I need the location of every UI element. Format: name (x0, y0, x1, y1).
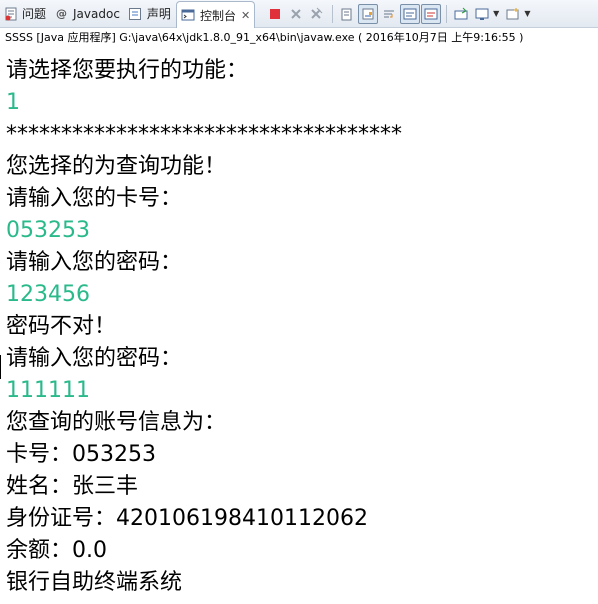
open-console-icon[interactable] (503, 4, 523, 24)
terminate-icon[interactable] (265, 4, 285, 24)
scroll-lock-icon[interactable] (358, 3, 379, 24)
tab-problems[interactable]: 问题 (0, 1, 51, 27)
remove-launch-icon[interactable] (286, 4, 306, 24)
problems-icon (3, 6, 18, 21)
chevron-down-icon[interactable]: ▼ (493, 9, 499, 18)
console-input-line: 111111 (6, 378, 90, 403)
chevron-down-icon[interactable]: ▼ (524, 9, 530, 18)
console-output-line: 请输入您的密码： (6, 250, 183, 275)
toolbar-separator (446, 4, 448, 23)
word-wrap-icon[interactable] (379, 4, 399, 24)
console-input-line: 123456 (6, 282, 90, 307)
console-output-line: 您选择的为查询功能！ (6, 154, 227, 179)
console-output-line: 请选择您要执行的功能： (6, 58, 249, 83)
console-icon (181, 8, 196, 23)
tab-label: Javadoc (73, 6, 120, 21)
console-output-line: 卡号：053253 (6, 442, 156, 467)
text-cursor (0, 355, 1, 379)
console-output-line: 身份证号：420106198410112062 (6, 506, 368, 531)
console-output-line: 您查询的账号信息为： (6, 410, 227, 435)
toolbar-separator (332, 4, 334, 23)
process-description: SSSS [Java 应用程序] G:\java\64x\jdk1.8.0_91… (5, 31, 524, 44)
at-icon: @ (56, 7, 68, 20)
tab-label: 声明 (146, 7, 171, 21)
console-output-line: 余额：0.0 (6, 538, 107, 563)
tab-label: 问题 (22, 7, 47, 21)
tab-label: 控制台 (199, 8, 236, 23)
console-output-line: 请输入您的卡号： (6, 186, 183, 211)
tab-javadoc[interactable]: @ Javadoc (51, 1, 125, 27)
show-on-stdout-icon[interactable] (400, 3, 421, 24)
console-toolbar: ▼ ▼ (265, 3, 534, 24)
show-on-stderr-icon[interactable] (421, 3, 442, 24)
tab-declaration[interactable]: 声明 (125, 1, 176, 27)
remove-all-terminated-icon[interactable] (307, 4, 327, 24)
console-output-line: 银行自助终端系统 (6, 570, 183, 595)
clear-console-icon[interactable] (337, 4, 357, 24)
console-input-line: 1 (6, 90, 20, 115)
close-icon[interactable]: ✕ (241, 9, 250, 22)
console-output[interactable]: 请选择您要执行的功能： 1 ****************************… (6, 55, 596, 599)
console-output-line: 请输入您的密码： (6, 346, 183, 371)
console-input-line: 053253 (6, 218, 90, 243)
declaration-icon (128, 6, 143, 21)
display-console-icon[interactable] (472, 4, 492, 24)
pin-console-icon[interactable] (451, 4, 471, 24)
tab-console[interactable]: 控制台 ✕ (175, 1, 256, 28)
console-output-line: ************************************ (6, 122, 402, 147)
view-tab-bar: 问题 @ Javadoc 声明 控制台 ✕ ▼ ▼ (0, 0, 598, 28)
console-output-line: 姓名：张三丰 (6, 474, 139, 499)
console-output-line: 密码不对！ (6, 314, 117, 339)
